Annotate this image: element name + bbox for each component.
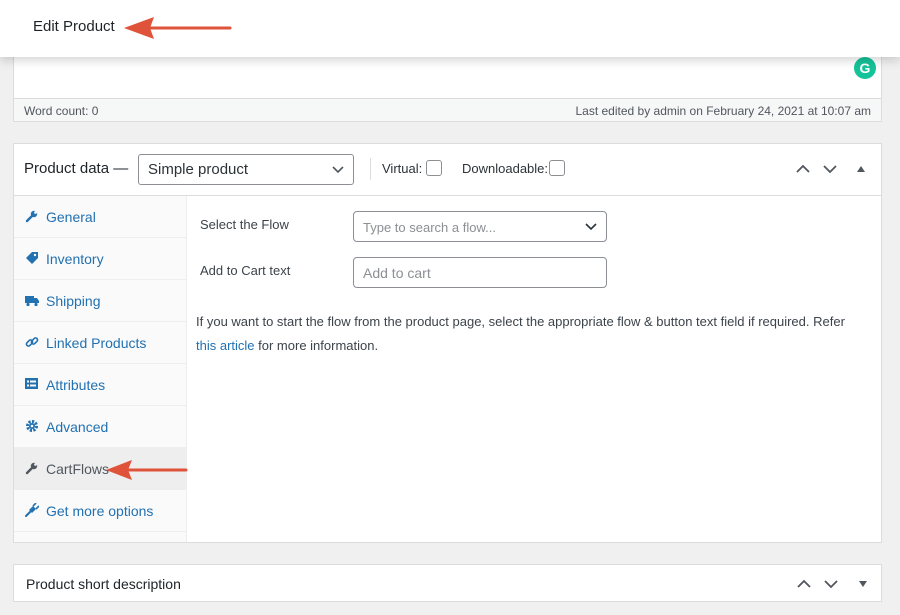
word-count: Word count: 0 [24,104,99,118]
virtual-label: Virtual: [382,161,423,176]
tab-shipping[interactable]: Shipping [14,280,187,322]
tab-label: Attributes [46,377,106,393]
tag-icon [26,252,38,264]
help-text-body: If you want to start the flow from the p… [196,314,845,329]
cart-text-label: Add to Cart text [200,263,291,278]
short-description-title: Product short description [26,576,181,592]
chevron-down-icon [585,223,597,231]
truck-icon [25,296,39,307]
flow-select[interactable]: Type to search a flow... [353,211,607,242]
move-up-icon[interactable] [797,577,811,591]
wrench-icon [25,462,38,475]
editor-status-bar: Word count: 0 Last edited by admin on Fe… [13,98,882,122]
flow-label: Select the Flow [200,217,289,232]
annotation-arrow-title [124,17,232,39]
product-type-select[interactable]: Simple product [138,154,354,185]
last-edited: Last edited by admin on February 24, 202… [575,104,871,118]
tab-linked-products[interactable]: Linked Products [14,322,187,364]
tab-get-more-options[interactable]: Get more options [14,490,187,532]
downloadable-checkbox[interactable] [549,160,565,176]
move-down-icon[interactable] [824,577,838,591]
downloadable-label: Downloadable: [462,161,549,176]
virtual-checkbox[interactable] [426,160,442,176]
cartflows-panel: Select the Flow Type to search a flow...… [187,196,881,542]
tab-label: Inventory [46,251,104,267]
flow-placeholder: Type to search a flow... [363,220,496,235]
tab-advanced[interactable]: Advanced [14,406,187,448]
move-up-icon[interactable] [796,162,810,176]
short-description-panel: Product short description [13,564,882,602]
tab-label: CartFlows [46,461,110,477]
tab-attributes[interactable]: Attributes [14,364,187,406]
header-divider [370,158,371,180]
tab-inventory[interactable]: Inventory [14,238,187,280]
product-description-editor[interactable]: G [13,57,882,99]
tab-general[interactable]: General [14,196,187,238]
list-icon [25,378,38,389]
tab-label: Advanced [46,419,109,435]
product-data-tabs: General Inventory Shipping Linked Produc… [14,196,187,542]
product-data-panel: Product data — Simple product Virtual: D… [13,143,882,543]
add-to-cart-text-input[interactable]: Add to cart [353,257,607,288]
this-article-link[interactable]: this article [196,338,255,353]
tab-label: Linked Products [46,335,147,351]
help-text: If you want to start the flow from the p… [196,310,866,358]
link-icon [25,337,39,347]
help-text-tail: for more information. [254,338,379,353]
product-data-header: Product data — Simple product Virtual: D… [14,144,881,196]
gear-icon [26,420,38,432]
tab-label: General [46,209,96,225]
tab-label: Shipping [46,293,101,309]
wrench-icon [25,210,38,223]
product-type-value: Simple product [148,161,249,178]
move-down-icon[interactable] [823,162,837,176]
expand-toggle-icon[interactable] [858,579,868,589]
tab-label: Get more options [46,503,154,519]
grammarly-icon[interactable]: G [854,57,876,79]
annotation-arrow-cartflows [106,460,188,480]
collapse-toggle-icon[interactable] [856,164,866,174]
product-data-title: Product data — [24,160,129,177]
page-title: Edit Product [33,18,115,35]
plug-icon [25,503,39,517]
chevron-down-icon [332,166,344,174]
